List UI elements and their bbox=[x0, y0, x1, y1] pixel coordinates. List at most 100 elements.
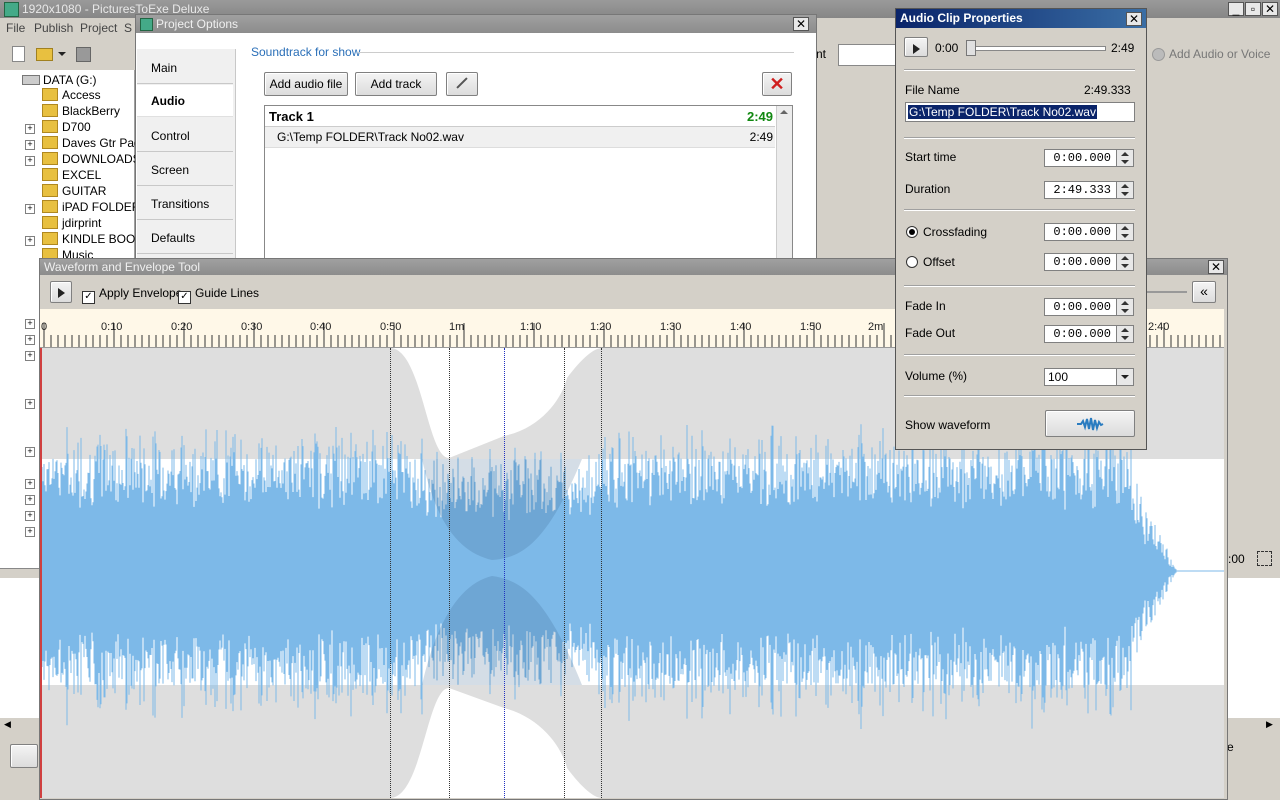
expand-icon[interactable]: + bbox=[25, 236, 35, 246]
add-audio-voice-button[interactable]: Add Audio or Voice bbox=[1169, 47, 1270, 61]
project-options-close-button[interactable]: ✕ bbox=[793, 17, 809, 31]
track-header[interactable]: Track 1 2:49 bbox=[265, 106, 775, 127]
dropdown-arrow-icon[interactable] bbox=[58, 52, 66, 60]
add-audio-voice-icon bbox=[1152, 48, 1165, 61]
clip-position-thumb[interactable] bbox=[966, 40, 976, 56]
open-icon[interactable] bbox=[36, 48, 53, 61]
tree-item[interactable]: KINDLE BOOK bbox=[42, 232, 143, 248]
tree-item-label: DOWNLOADS bbox=[62, 152, 141, 166]
waveform-close-button[interactable]: ✕ bbox=[1208, 260, 1224, 274]
tab-transitions[interactable]: Transitions bbox=[137, 188, 233, 220]
clip-play-button[interactable] bbox=[904, 37, 928, 57]
tree-item[interactable]: BlackBerry bbox=[42, 104, 120, 120]
file-path-selected: G:\Temp FOLDER\Track No02.wav bbox=[908, 105, 1097, 119]
scroll-up-arrow[interactable] bbox=[780, 110, 788, 114]
bottom-left-partial-button[interactable] bbox=[10, 744, 38, 768]
save-icon[interactable] bbox=[76, 47, 91, 62]
tab-audio[interactable]: Audio bbox=[137, 85, 233, 117]
tree-item[interactable]: DOWNLOADS bbox=[42, 152, 141, 168]
expand-icon[interactable]: + bbox=[25, 335, 35, 345]
scroll-left-arrow[interactable]: ◀ bbox=[4, 719, 14, 731]
tree-item[interactable]: Access bbox=[42, 88, 101, 104]
fade-in-spinner[interactable]: 0:00.000 bbox=[1044, 298, 1134, 316]
expand-icon[interactable]: + bbox=[25, 319, 35, 329]
volume-select[interactable]: 100 bbox=[1044, 368, 1134, 386]
sep-5 bbox=[904, 354, 1135, 356]
expand-icon[interactable]: + bbox=[25, 156, 35, 166]
folder-icon bbox=[42, 200, 58, 213]
apply-envelope-label: Apply Envelope bbox=[99, 286, 183, 300]
crossfading-spinner[interactable]: 0:00.000 bbox=[1044, 223, 1134, 241]
fade-out-arrows[interactable] bbox=[1116, 326, 1133, 342]
tree-root[interactable]: DATA (G:) bbox=[43, 73, 97, 87]
add-track-button[interactable]: Add track bbox=[355, 72, 437, 96]
menu-publish[interactable]: Publish bbox=[34, 21, 73, 35]
crossfading-arrows[interactable] bbox=[1116, 224, 1133, 240]
expand-icon[interactable]: + bbox=[25, 479, 35, 489]
expand-icon[interactable]: + bbox=[25, 124, 35, 134]
waveform-play-button[interactable] bbox=[50, 281, 72, 303]
main-close-button[interactable]: ✕ bbox=[1262, 2, 1278, 16]
tab-defaults[interactable]: Defaults bbox=[137, 222, 233, 254]
offset-spinner[interactable]: 0:00.000 bbox=[1044, 253, 1134, 271]
main-minimize-button[interactable]: _ bbox=[1228, 2, 1244, 16]
guide-line-1 bbox=[390, 348, 391, 798]
expand-icon[interactable]: + bbox=[25, 447, 35, 457]
expand-icon[interactable]: + bbox=[25, 204, 35, 214]
duration-spinner[interactable]: 2:49.333 bbox=[1044, 181, 1134, 199]
menu-project[interactable]: Project bbox=[80, 21, 117, 35]
project-options-title: Project Options bbox=[156, 17, 239, 31]
menu-file[interactable]: File bbox=[6, 21, 25, 35]
zoom-slider-track[interactable] bbox=[1145, 291, 1187, 293]
guide-lines-checkbox[interactable]: ✓ Guide Lines bbox=[178, 286, 259, 304]
track-name: Track 1 bbox=[269, 109, 314, 124]
fullscreen-icon[interactable] bbox=[1257, 551, 1272, 566]
project-options-dialog: Project Options ✕ Soundtrack for show Ad… bbox=[135, 14, 817, 261]
right-toolbar-input[interactable] bbox=[838, 44, 896, 66]
start-time-arrows[interactable] bbox=[1116, 150, 1133, 166]
tree-item[interactable]: Daves Gtr Pag bbox=[42, 136, 141, 152]
tab-screen[interactable]: Screen bbox=[137, 154, 233, 186]
crossfading-radio[interactable] bbox=[906, 226, 918, 238]
volume-dropdown-icon[interactable] bbox=[1116, 369, 1133, 385]
apply-envelope-checkbox[interactable]: ✓ Apply Envelope bbox=[82, 286, 182, 304]
expand-icon[interactable]: + bbox=[25, 140, 35, 150]
file-path-field[interactable]: G:\Temp FOLDER\Track No02.wav bbox=[905, 102, 1135, 122]
edit-tool-button[interactable] bbox=[446, 72, 478, 96]
fade-out-spinner[interactable]: 0:00.000 bbox=[1044, 325, 1134, 343]
expand-icon[interactable]: + bbox=[25, 511, 35, 521]
ruler-tick-label: 1:20 bbox=[590, 321, 612, 333]
expand-icon[interactable]: + bbox=[25, 399, 35, 409]
collapse-button[interactable]: « bbox=[1192, 281, 1216, 303]
expand-icon[interactable]: + bbox=[25, 527, 35, 537]
clip-properties-close-button[interactable]: ✕ bbox=[1126, 12, 1142, 26]
tree-item[interactable]: jdirprint bbox=[42, 216, 101, 232]
tree-item[interactable]: iPAD FOLDER bbox=[42, 200, 140, 216]
add-audio-file-button[interactable]: Add audio file bbox=[264, 72, 348, 96]
delete-button[interactable]: ✕ bbox=[762, 72, 792, 96]
menu-s[interactable]: S bbox=[124, 21, 132, 35]
new-icon[interactable] bbox=[12, 46, 25, 62]
tree-item[interactable]: GUITAR bbox=[42, 184, 106, 200]
main-maximize-button[interactable]: ▫ bbox=[1245, 2, 1261, 16]
main-lower-panel bbox=[0, 578, 40, 718]
show-waveform-button[interactable] bbox=[1045, 410, 1135, 437]
tab-main[interactable]: Main bbox=[137, 52, 233, 84]
ruler-tick-label: 0:50 bbox=[380, 321, 402, 333]
expand-icon[interactable]: + bbox=[25, 351, 35, 361]
start-time-spinner[interactable]: 0:00.000 bbox=[1044, 149, 1134, 167]
fade-in-arrows[interactable] bbox=[1116, 299, 1133, 315]
scroll-right-arrow[interactable]: ▶ bbox=[1266, 719, 1276, 731]
tree-item[interactable]: D700 bbox=[42, 120, 91, 136]
track-list-scrollbar[interactable] bbox=[776, 106, 792, 260]
expand-icon[interactable]: + bbox=[25, 495, 35, 505]
right-toolbar-partial-label: nt bbox=[816, 47, 827, 61]
track-file-row[interactable]: G:\Temp FOLDER\Track No02.wav 2:49 bbox=[265, 127, 775, 148]
tab-control[interactable]: Control bbox=[137, 120, 233, 152]
offset-arrows[interactable] bbox=[1116, 254, 1133, 270]
offset-radio[interactable] bbox=[906, 256, 918, 268]
duration-arrows[interactable] bbox=[1116, 182, 1133, 198]
section-line bbox=[358, 52, 794, 53]
tree-item[interactable]: EXCEL bbox=[42, 168, 101, 184]
clip-position-slider[interactable] bbox=[966, 46, 1106, 51]
